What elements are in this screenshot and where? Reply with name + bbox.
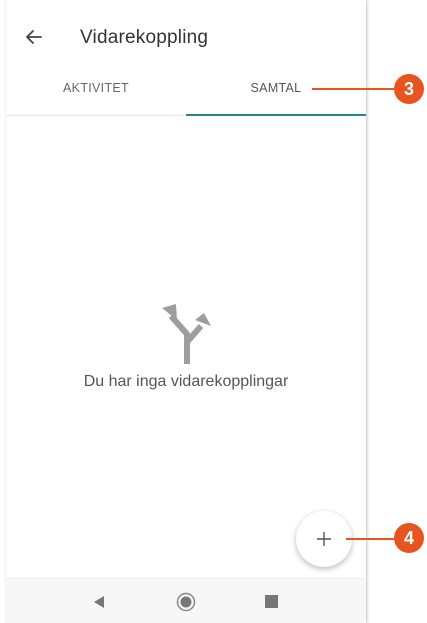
nav-recent-square-icon[interactable] <box>265 595 278 613</box>
tab-aktivitet[interactable]: AKTIVITET <box>6 70 186 115</box>
empty-state-message: Du har inga vidarekopplingar <box>83 373 289 390</box>
system-nav-bar <box>6 578 366 623</box>
plus-icon <box>317 532 331 546</box>
callout-4-line <box>346 538 398 540</box>
screenshot-stage: Vidarekoppling AKTIVITET SAMTAL Du har i… <box>0 0 427 623</box>
tab-bar: AKTIVITET SAMTAL <box>6 70 366 116</box>
tab-samtal[interactable]: SAMTAL <box>186 70 366 115</box>
nav-home-circle-icon[interactable] <box>176 592 196 617</box>
callout-4-badge: 4 <box>394 523 424 553</box>
add-forwarding-button[interactable] <box>296 511 352 567</box>
arrow-left-icon[interactable] <box>24 27 44 47</box>
call-split-icon <box>160 302 216 366</box>
app-bar: Vidarekoppling <box>6 0 366 70</box>
callout-3-badge: 3 <box>394 74 424 104</box>
page-title: Vidarekoppling <box>80 27 209 48</box>
tab-selected-indicator <box>186 114 366 116</box>
callout-3-line <box>312 88 398 90</box>
nav-back-triangle-icon[interactable] <box>92 595 106 614</box>
phone-screen: Vidarekoppling AKTIVITET SAMTAL Du har i… <box>6 0 366 623</box>
